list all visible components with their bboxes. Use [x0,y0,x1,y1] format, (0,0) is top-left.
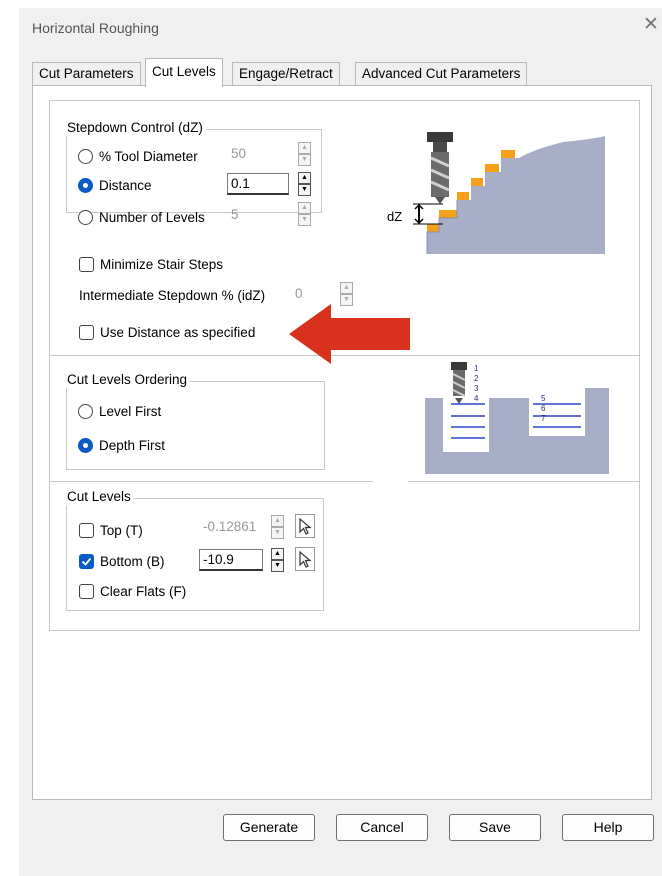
top-checkbox[interactable] [79,523,94,538]
bottom-label: Bottom (B) [100,554,165,569]
tool-diameter-stepper[interactable]: ▲ ▼ [298,142,311,166]
tab-engage-retract[interactable]: Engage/Retract [232,62,340,86]
ordering-diagram [425,362,609,474]
tab-cut-levels[interactable]: Cut Levels [145,58,223,87]
diagram-backdrop [373,482,589,496]
level-order-numbers: 5 6 7 [541,394,553,424]
red-arrow-icon [289,304,410,364]
close-icon[interactable]: ✕ [643,15,659,34]
cursor-arrow-icon [299,517,312,535]
distance-field[interactable]: 0.1 [227,173,289,195]
number-of-levels-radio[interactable] [78,210,93,225]
cancel-button[interactable]: Cancel [336,814,428,841]
bottom-field[interactable]: -10.9 [199,549,263,571]
tab-cut-parameters[interactable]: Cut Parameters [32,62,141,86]
top-pick-button[interactable] [295,514,315,538]
minimize-stair-steps-checkbox[interactable] [79,257,94,272]
depth-first-radio[interactable] [78,438,93,453]
distance-label: Distance [99,178,152,193]
order-number: 4 [474,394,479,403]
top-field[interactable]: -0.12861 [199,516,261,538]
help-button[interactable]: Help [562,814,654,841]
distance-radio[interactable] [78,178,93,193]
clear-flats-label: Clear Flats (F) [100,584,187,599]
stepdown-control-legend: Stepdown Control (dZ) [64,120,206,136]
tool-diameter-radio[interactable] [78,149,93,164]
depth-first-order-numbers: 1 2 3 4 [474,364,486,404]
order-number: 3 [474,384,479,393]
order-number: 2 [474,374,479,383]
top-stepper[interactable]: ▲ ▼ [271,515,284,539]
check-icon [81,557,92,566]
depth-first-label: Depth First [99,438,166,453]
distance-stepper[interactable]: ▲ ▼ [298,172,311,196]
tab-advanced-cut-parameters[interactable]: Advanced Cut Parameters [355,62,528,86]
bottom-stepper[interactable]: ▲ ▼ [271,548,284,572]
top-label: Top (T) [100,523,143,538]
order-number: 5 [541,394,546,403]
window-title: Horizontal Roughing [32,20,159,36]
level-first-label: Level First [99,404,162,419]
bottom-pick-button[interactable] [295,547,315,571]
cut-levels-ordering-group: Cut Levels Ordering [64,372,325,470]
number-of-levels-label: Number of Levels [99,210,205,225]
minimize-stair-steps-label: Minimize Stair Steps [100,257,224,272]
dz-diagram-label: dZ [387,209,403,224]
diagram-backdrop [373,369,408,490]
clear-flats-checkbox[interactable] [79,584,94,599]
use-distance-label: Use Distance as specified [100,325,256,340]
order-number: 7 [541,414,546,423]
order-number: 6 [541,404,546,413]
order-number: 1 [474,364,479,373]
use-distance-checkbox[interactable] [79,325,94,340]
stepdown-control-group: Stepdown Control (dZ) [64,120,322,213]
cut-levels-ordering-legend: Cut Levels Ordering [64,372,191,388]
tool-diameter-label: % Tool Diameter [99,149,198,164]
generate-button[interactable]: Generate [223,814,315,841]
save-button[interactable]: Save [449,814,541,841]
level-first-radio[interactable] [78,404,93,419]
tool-diameter-field[interactable]: 50 [227,143,287,165]
bottom-checkbox[interactable] [79,554,94,569]
number-of-levels-field[interactable]: 5 [227,204,287,226]
stepdown-diagram [413,132,605,254]
cursor-arrow-icon [299,550,312,568]
cut-levels-legend: Cut Levels [64,489,134,505]
intermediate-stepdown-label: Intermediate Stepdown % (idZ) [79,288,266,303]
number-of-levels-stepper[interactable]: ▲ ▼ [298,202,311,226]
